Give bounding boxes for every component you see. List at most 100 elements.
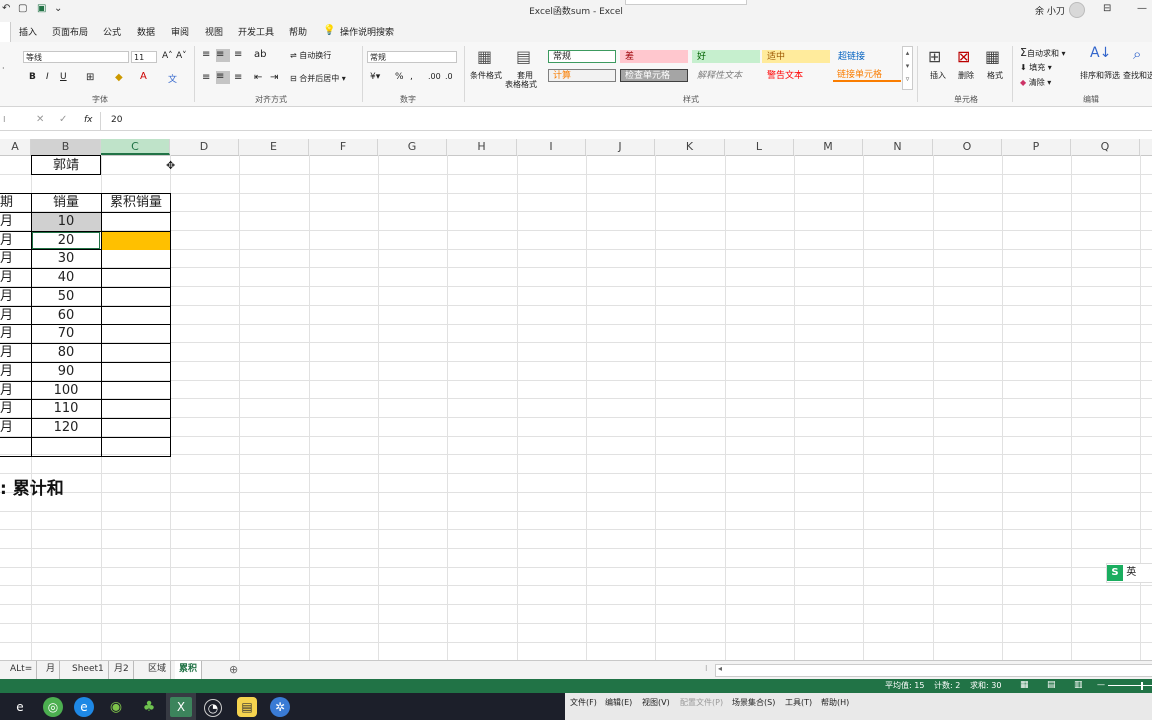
ime-indicator[interactable]: S 英 <box>1106 563 1152 583</box>
normal-view-icon[interactable]: ▦ <box>1020 680 1029 690</box>
tab-formulas[interactable]: 公式 <box>103 25 121 38</box>
user-name[interactable]: 余 小刀 <box>1035 4 1065 17</box>
italic-icon[interactable]: I <box>46 72 49 82</box>
bold-icon[interactable]: B <box>29 72 36 82</box>
tell-me-search[interactable]: 操作说明搜索 <box>340 25 394 38</box>
zoom-slider[interactable] <box>1108 685 1152 686</box>
cell-B1[interactable]: 郭靖 <box>31 155 101 175</box>
menu-view[interactable]: 视图(V) <box>642 697 670 708</box>
month-cell[interactable]: 月 <box>0 212 13 231</box>
sales-cell[interactable]: 40 <box>31 268 101 287</box>
format-cells-icon[interactable]: ▦ <box>985 47 1000 66</box>
cell-style-9[interactable]: 链接单元格 <box>833 69 901 82</box>
align-right-icon[interactable]: ≡ <box>234 72 242 83</box>
zoom-slider-thumb[interactable] <box>1141 682 1143 690</box>
number-format-select[interactable]: 常规 <box>367 51 457 63</box>
tab-split-handle[interactable]: ⁝ <box>705 664 708 673</box>
tab-help[interactable]: 帮助 <box>289 25 307 38</box>
cell-style-0[interactable]: 常规 <box>548 50 616 63</box>
sales-cell[interactable]: 120 <box>31 418 101 437</box>
conditional-format-button[interactable]: 条件格式 <box>470 70 502 81</box>
sales-cell[interactable]: 70 <box>31 324 101 343</box>
cell-style-2[interactable]: 好 <box>692 50 760 63</box>
border-icon[interactable]: ⊞ <box>86 72 94 83</box>
align-bottom-icon[interactable]: ≡ <box>234 49 242 60</box>
format-cells-button[interactable]: 格式 <box>987 70 1003 81</box>
decrease-decimal-icon[interactable]: .0 <box>445 72 453 81</box>
fill-button[interactable]: ⬇ 填充 ▾ <box>1020 62 1052 73</box>
fx-icon[interactable]: fx <box>84 115 93 125</box>
delete-cells-button[interactable]: 删除 <box>958 70 974 81</box>
sheet-tab-4[interactable]: 区域 <box>144 661 172 679</box>
insert-cells-button[interactable]: 插入 <box>930 70 946 81</box>
column-header-B[interactable]: B <box>31 139 101 155</box>
settings-app-icon[interactable]: ✲ <box>270 697 290 717</box>
obs-icon[interactable]: ◔ <box>204 699 222 717</box>
column-header-I[interactable]: I <box>517 139 586 155</box>
cell-style-5[interactable]: 计算 <box>548 69 616 82</box>
percent-icon[interactable]: % <box>395 72 404 82</box>
column-header-J[interactable]: J <box>586 139 655 155</box>
column-header-M[interactable]: M <box>794 139 863 155</box>
tab-home[interactable] <box>0 22 11 42</box>
merge-center-button[interactable]: ⊟ 合并后居中 ▾ <box>290 73 346 84</box>
increase-decimal-icon[interactable]: .00 <box>428 72 441 81</box>
table-format-label-2[interactable]: 表格格式 <box>505 79 537 90</box>
find-select-button[interactable]: 查找和选 <box>1123 70 1152 81</box>
cell-A4[interactable]: 期 <box>0 193 31 212</box>
month-cell[interactable]: 月 <box>0 362 13 381</box>
sales-cell[interactable]: 30 <box>31 249 101 268</box>
table-format-icon[interactable]: ▤ <box>516 47 531 66</box>
minimize-icon[interactable]: — <box>1137 3 1147 14</box>
month-cell[interactable]: 月 <box>0 418 13 437</box>
month-cell[interactable]: 月 <box>0 268 13 287</box>
cell-style-3[interactable]: 适中 <box>762 50 830 63</box>
horizontal-scrollbar[interactable]: ◂ <box>715 664 1152 677</box>
comma-icon[interactable]: , <box>410 72 413 82</box>
column-header-D[interactable]: D <box>170 139 239 155</box>
conditional-format-icon[interactable]: ▦ <box>477 47 492 66</box>
column-header-L[interactable]: L <box>725 139 794 155</box>
avatar[interactable] <box>1069 2 1085 18</box>
insert-cells-icon[interactable]: ⊞ <box>928 47 941 66</box>
menu-tools[interactable]: 工具(T) <box>785 697 812 708</box>
align-center-icon[interactable]: ≡ <box>216 71 230 84</box>
zoom-out-icon[interactable]: — <box>1097 680 1105 689</box>
cell-style-6[interactable]: 检查单元格 <box>620 69 688 82</box>
enter-icon[interactable]: ✓ <box>59 114 67 125</box>
font-size-select[interactable]: 11 <box>131 51 157 63</box>
formula-input[interactable]: 20 <box>111 115 122 125</box>
add-sheet-icon[interactable]: ⊕ <box>229 663 238 676</box>
cell-style-7[interactable]: 解释性文本 <box>692 69 760 82</box>
column-header-G[interactable]: G <box>378 139 447 155</box>
underline-icon[interactable]: U <box>60 72 67 82</box>
sales-cell[interactable]: 50 <box>31 287 101 306</box>
autosum-button[interactable]: Σ自动求和 ▾ <box>1020 46 1066 59</box>
notes-icon[interactable]: ▤ <box>237 697 257 717</box>
month-cell[interactable]: 月 <box>0 343 13 362</box>
menu-edit[interactable]: 编辑(E) <box>605 697 632 708</box>
scroll-left-icon[interactable]: ◂ <box>718 664 722 673</box>
sheet-tab-2[interactable]: Sheet1 <box>68 661 109 679</box>
sales-cell[interactable]: 90 <box>31 362 101 381</box>
sheet-tab-5[interactable]: 累积 <box>175 661 203 681</box>
column-header-N[interactable]: N <box>863 139 933 155</box>
find-icon[interactable]: ⌕ <box>1133 45 1141 63</box>
menu-profile[interactable]: 配置文件(P) <box>680 697 723 708</box>
decrease-font-icon[interactable]: A˅ <box>176 51 187 61</box>
wechat-icon[interactable]: ◉ <box>106 697 126 717</box>
menu-file[interactable]: 文件(F) <box>570 697 597 708</box>
orientation-icon[interactable]: ab <box>254 49 266 60</box>
tab-insert[interactable]: 插入 <box>19 25 37 38</box>
tab-data[interactable]: 数据 <box>137 25 155 38</box>
name-box-dropdown[interactable]: ⁝ <box>3 115 6 124</box>
month-cell[interactable]: 月 <box>0 287 13 306</box>
style-gallery-scroll[interactable]: ▴ ▾ ▿ <box>902 46 913 90</box>
month-cell[interactable]: 月 <box>0 306 13 325</box>
delete-cells-icon[interactable]: ⊠ <box>957 47 970 66</box>
column-header-K[interactable]: K <box>655 139 725 155</box>
month-cell[interactable]: 月 <box>0 399 13 418</box>
increase-font-icon[interactable]: A˄ <box>162 51 173 61</box>
sheet-tab-1[interactable]: 月 <box>42 661 61 679</box>
align-top-icon[interactable]: ≡ <box>202 49 210 60</box>
